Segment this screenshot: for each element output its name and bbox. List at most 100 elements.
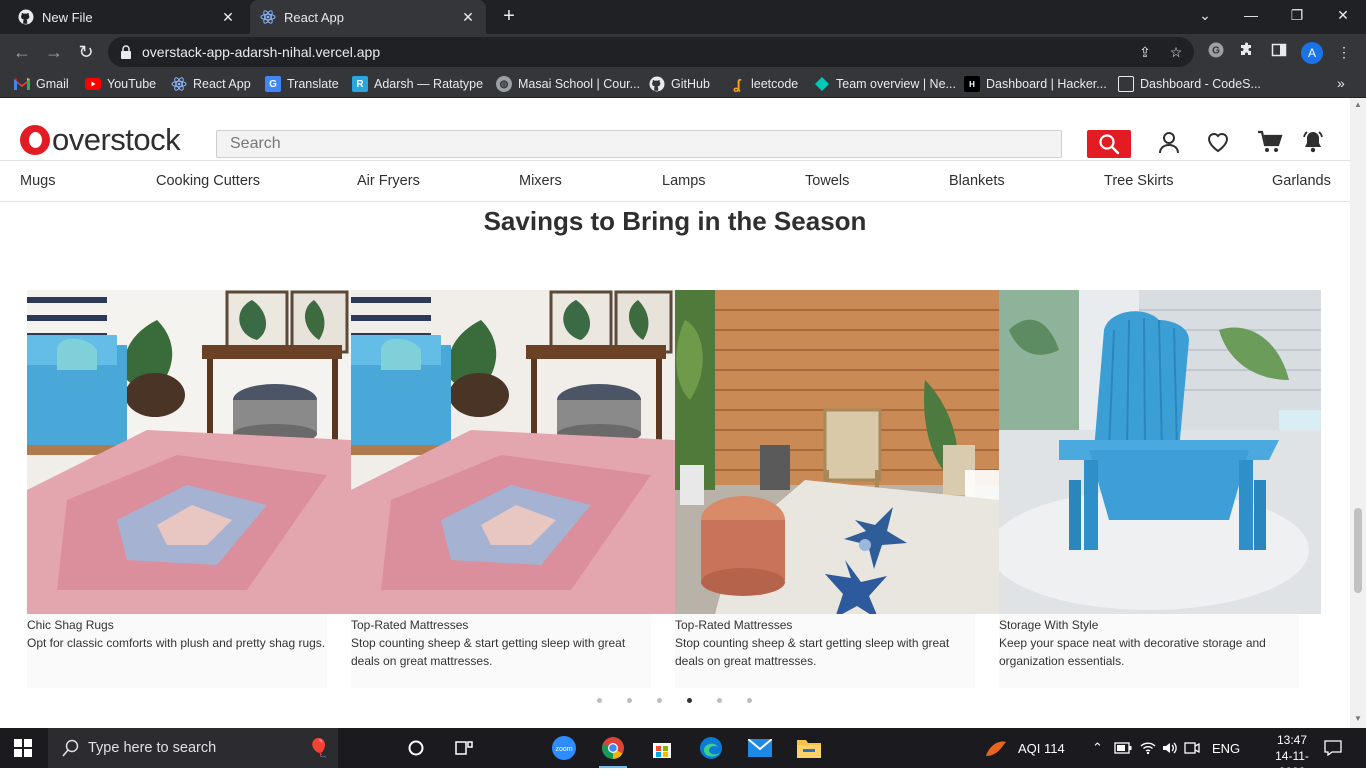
more-bookmarks-icon[interactable]: »: [1337, 75, 1345, 91]
store-app-icon[interactable]: [648, 734, 676, 762]
bookmark-team-overview[interactable]: Team overview | Ne...: [814, 75, 956, 93]
overstock-logo-mark-icon: [20, 125, 50, 155]
page-scrollbar[interactable]: ▲ ▼: [1350, 98, 1366, 728]
tab-new-file[interactable]: New File ✕: [8, 0, 246, 34]
card-title[interactable]: Chic Shag Rugs: [27, 616, 327, 634]
promo-card[interactable]: Top-Rated Mattresses Stop counting sheep…: [351, 290, 675, 688]
show-hidden-icons[interactable]: ⌃: [1092, 728, 1103, 768]
file-explorer-icon[interactable]: [795, 734, 823, 762]
carousel-dot[interactable]: [597, 698, 602, 703]
search-button[interactable]: [1087, 130, 1131, 158]
weather-widget[interactable]: AQI 114: [984, 728, 1065, 768]
forward-button[interactable]: →: [42, 40, 66, 64]
aqi-label: AQI 114: [1018, 740, 1065, 756]
weather-icon: [986, 741, 1006, 756]
scrollbar-thumb[interactable]: [1354, 508, 1362, 593]
grammarly-extension-icon[interactable]: G: [1206, 42, 1226, 62]
mail-app-icon[interactable]: [746, 734, 774, 762]
profile-avatar[interactable]: A: [1301, 42, 1323, 64]
blue-adirondack-chair-image: [999, 290, 1323, 614]
address-bar[interactable]: overstack-app-adarsh-nihal.vercel.app: [108, 37, 1194, 67]
category-link[interactable]: Air Fryers: [357, 173, 420, 189]
bookmark-ratatype[interactable]: R Adarsh — Ratatype: [352, 75, 483, 93]
bookmark-youtube[interactable]: YouTube: [85, 75, 156, 93]
category-link[interactable]: Blankets: [949, 173, 1005, 189]
bookmark-react-app[interactable]: React App: [171, 75, 251, 93]
bookmark-translate[interactable]: G Translate: [265, 75, 339, 93]
category-link[interactable]: Cooking Cutters: [156, 173, 260, 189]
promo-card[interactable]: Chic Shag Rugs Opt for classic comforts …: [27, 290, 351, 688]
search-input[interactable]: Search: [216, 130, 1062, 158]
card-text: Top-Rated Mattresses Stop counting sheep…: [351, 614, 651, 688]
scroll-down-icon[interactable]: ▼: [1354, 714, 1362, 723]
battery-icon[interactable]: [1114, 728, 1132, 768]
reload-button[interactable]: ↻: [74, 40, 98, 64]
card-description: Stop counting sheep & start getting slee…: [675, 636, 950, 668]
bookmark-leetcode[interactable]: ʆ leetcode: [729, 75, 798, 93]
carousel-dot[interactable]: [627, 698, 632, 703]
category-link[interactable]: Garlands: [1272, 173, 1331, 189]
task-view-icon[interactable]: [450, 734, 478, 762]
bookmark-label: Dashboard - CodeS...: [1140, 77, 1261, 91]
card-title[interactable]: Top-Rated Mattresses: [675, 616, 975, 634]
language-indicator[interactable]: ENG: [1212, 728, 1240, 768]
cart-button[interactable]: [1256, 128, 1284, 156]
card-title[interactable]: Storage With Style: [999, 616, 1299, 634]
bookmark-label: Dashboard | Hacker...: [986, 77, 1107, 91]
promo-card[interactable]: Top-Rated Mattresses Stop counting sheep…: [675, 290, 999, 688]
overstock-logo[interactable]: overstock: [20, 122, 181, 157]
category-link[interactable]: Mixers: [519, 173, 562, 189]
back-button[interactable]: ←: [10, 40, 34, 64]
close-tab-icon[interactable]: ✕: [220, 9, 236, 26]
bookmark-hackerrank[interactable]: H Dashboard | Hacker...: [964, 75, 1107, 93]
bookmark-codesignal[interactable]: Dashboard - CodeS...: [1118, 75, 1261, 93]
site-header: overstock Search: [0, 98, 1350, 160]
wifi-icon[interactable]: [1140, 728, 1156, 768]
tab-react-app[interactable]: React App ✕: [250, 0, 486, 34]
minimize-button[interactable]: —: [1228, 0, 1274, 30]
side-panel-icon[interactable]: [1269, 42, 1289, 62]
promo-card[interactable]: Storage With Style Keep your space neat …: [999, 290, 1323, 688]
carousel-dot[interactable]: [717, 698, 722, 703]
category-link[interactable]: Lamps: [662, 173, 706, 189]
system-clock[interactable]: 13:47 14-11-2022: [1262, 732, 1322, 780]
category-link[interactable]: Tree Skirts: [1104, 173, 1174, 189]
rug-livingroom-image: [351, 290, 675, 614]
section-title: Savings to Bring in the Season: [483, 206, 867, 236]
bookmark-gmail[interactable]: Gmail: [14, 75, 69, 93]
extensions-puzzle-icon[interactable]: [1237, 42, 1257, 62]
windows-start-icon[interactable]: [14, 739, 32, 757]
carousel-dot-active[interactable]: [687, 698, 692, 703]
share-icon[interactable]: ⇪: [1136, 43, 1154, 61]
account-button[interactable]: [1155, 128, 1183, 156]
tab-search-chevron-icon[interactable]: ⌄: [1182, 0, 1228, 30]
volume-icon[interactable]: [1162, 728, 1178, 768]
carousel-dot[interactable]: [747, 698, 752, 703]
wishlist-button[interactable]: [1204, 128, 1232, 156]
bookmark-star-icon[interactable]: ☆: [1167, 43, 1185, 61]
menu-kebab-icon[interactable]: ⋮: [1334, 42, 1354, 62]
cortana-icon[interactable]: [402, 734, 430, 762]
card-title[interactable]: Top-Rated Mattresses: [351, 616, 651, 634]
bookmark-github[interactable]: GitHub: [649, 75, 710, 93]
carousel-dot[interactable]: [657, 698, 662, 703]
new-tab-button[interactable]: +: [498, 5, 520, 27]
chrome-app-icon[interactable]: [599, 734, 627, 768]
gmail-icon: [14, 76, 30, 92]
category-link[interactable]: Towels: [805, 173, 849, 189]
meet-now-icon[interactable]: [1184, 728, 1200, 768]
restore-button[interactable]: ❐: [1274, 0, 1320, 30]
scroll-up-icon[interactable]: ▲: [1354, 100, 1362, 109]
notifications-button[interactable]: [1299, 128, 1327, 156]
close-tab-icon[interactable]: ✕: [460, 9, 476, 26]
url-text: overstack-app-adarsh-nihal.vercel.app: [142, 44, 381, 60]
bookmark-masai[interactable]: ◍ Masai School | Cour...: [496, 75, 640, 93]
category-link[interactable]: Mugs: [20, 173, 55, 189]
taskbar-search[interactable]: Type here to search 🎈: [48, 728, 338, 768]
notification-center-icon[interactable]: [1324, 728, 1342, 768]
zoom-app-icon[interactable]: zoom: [550, 734, 578, 762]
bookmark-label: Gmail: [36, 77, 69, 91]
close-window-button[interactable]: ✕: [1320, 0, 1366, 30]
edge-app-icon[interactable]: [697, 734, 725, 762]
tab-title: New File: [42, 9, 93, 25]
